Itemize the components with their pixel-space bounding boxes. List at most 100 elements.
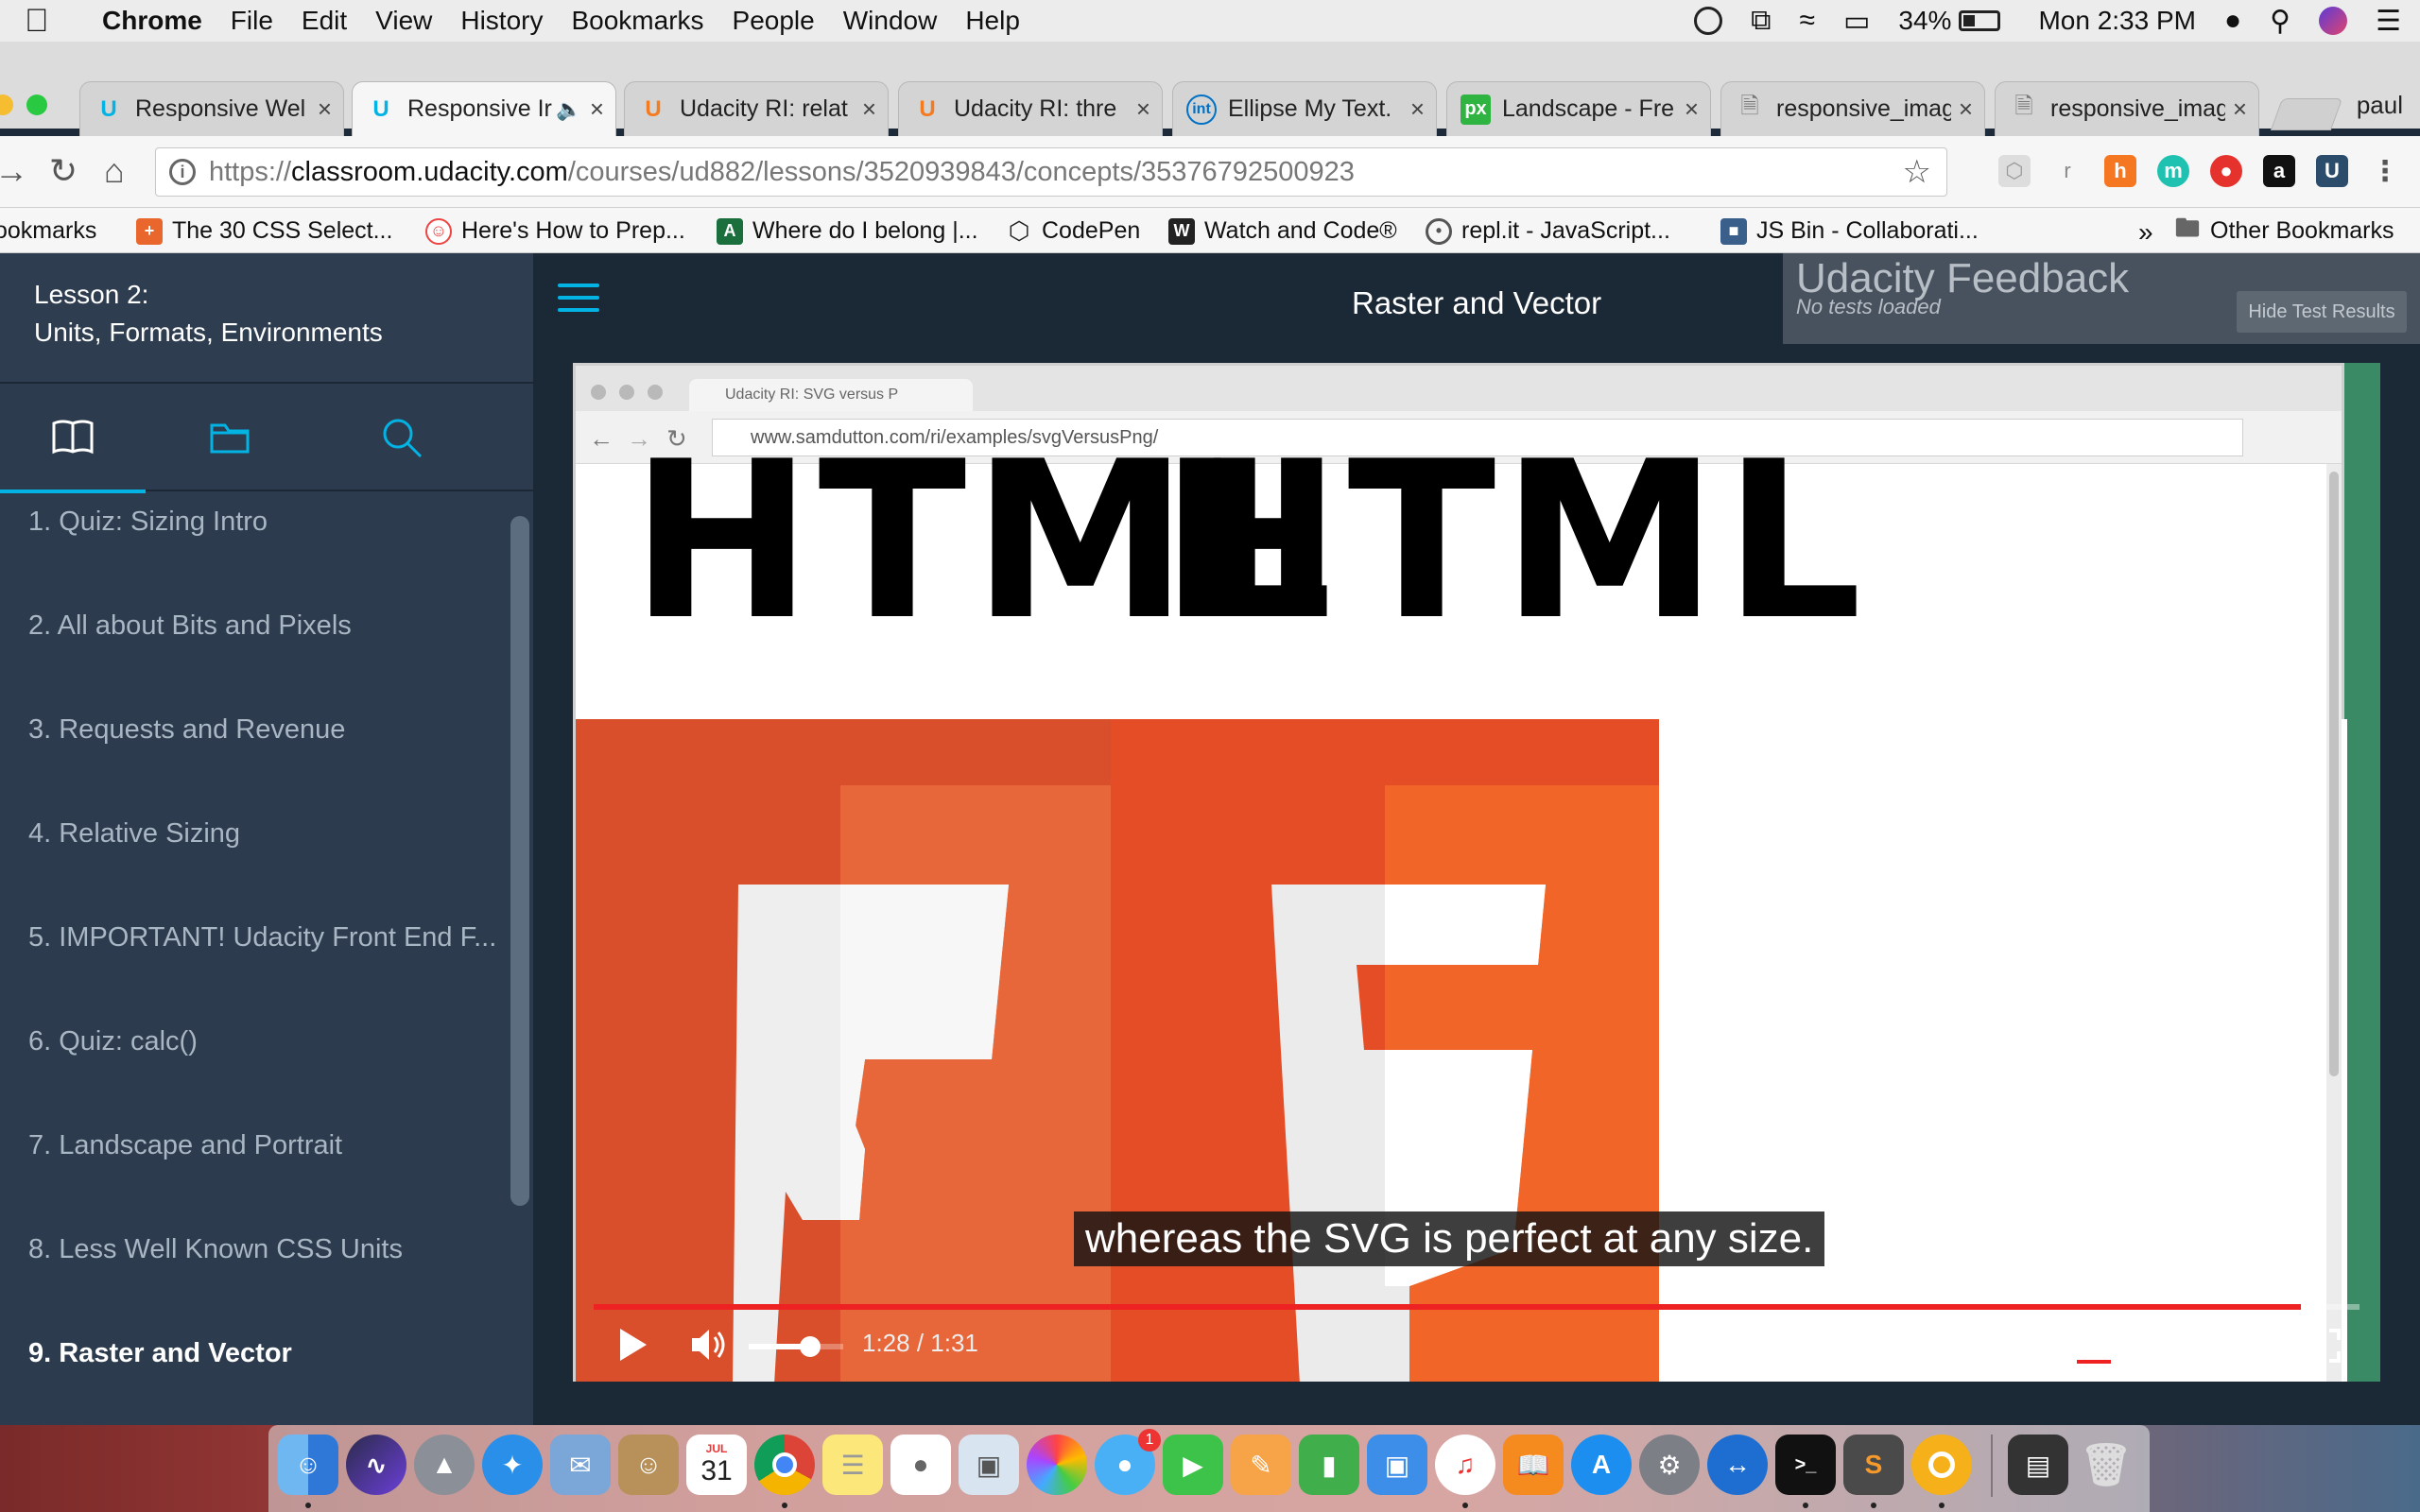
youtube-logo[interactable]: YouTube: [2204, 1331, 2308, 1361]
extension-tomato-icon[interactable]: ●: [2210, 155, 2242, 187]
wifi-icon[interactable]: ≈: [1800, 5, 1815, 37]
bookmark-apps[interactable]: ookmarks: [0, 217, 96, 245]
tab-search[interactable]: [329, 384, 475, 491]
forward-icon[interactable]: →: [0, 151, 28, 191]
extension-udacity-icon[interactable]: U: [2316, 155, 2348, 187]
apple-icon[interactable]: : [25, 3, 76, 40]
facetime-icon[interactable]: ▶: [1163, 1435, 1223, 1495]
photos-icon[interactable]: [1027, 1435, 1087, 1495]
airplay-icon[interactable]: ▭: [1843, 5, 1870, 38]
keynote-icon[interactable]: ▣: [1367, 1435, 1427, 1495]
lesson-item-9[interactable]: 9. Raster and Vector: [28, 1338, 292, 1369]
browser-tab-5[interactable]: int Ellipse My Text. ×: [1172, 81, 1437, 136]
teamviewer-icon[interactable]: ↔: [1707, 1435, 1768, 1495]
pages-icon[interactable]: ✎: [1231, 1435, 1291, 1495]
extension-m-icon[interactable]: m: [2157, 155, 2189, 187]
menu-window[interactable]: Window: [843, 6, 938, 36]
site-info-icon[interactable]: i: [169, 159, 196, 185]
speaker-icon[interactable]: 🔈: [556, 97, 581, 122]
menu-view[interactable]: View: [375, 6, 432, 36]
bookmark-7[interactable]: ■ JS Bin - Collaborati...: [1720, 217, 1979, 245]
preview-icon[interactable]: ▣: [959, 1435, 1019, 1495]
bookmarks-overflow-button[interactable]: »: [2138, 217, 2153, 248]
do-not-disturb-icon[interactable]: [1694, 7, 1723, 35]
lesson-item-1[interactable]: 1. Quiz: Sizing Intro: [28, 507, 268, 538]
browser-tab-2[interactable]: U Responsive Ir 🔈 ×: [352, 81, 616, 136]
extension-r-icon[interactable]: r: [2051, 155, 2083, 187]
fullscreen-icon[interactable]: [2307, 1329, 2341, 1363]
lesson-item-7[interactable]: 7. Landscape and Portrait: [28, 1130, 342, 1161]
mail-icon[interactable]: ✉: [550, 1435, 611, 1495]
other-bookmarks[interactable]: 🖿 Other Bookmarks: [2174, 214, 2394, 245]
bookmark-4[interactable]: ⬡ CodePen: [1006, 216, 1141, 245]
new-tab-button[interactable]: [2270, 98, 2343, 130]
downloads-stack-icon[interactable]: ▤: [2008, 1435, 2068, 1495]
browser-tab-4[interactable]: U Udacity RI: thre ×: [898, 81, 1163, 136]
menu-history[interactable]: History: [460, 6, 543, 36]
contacts-icon[interactable]: ☺: [618, 1435, 679, 1495]
app-store-icon[interactable]: A: [1571, 1435, 1632, 1495]
volume-knob[interactable]: [800, 1336, 821, 1357]
tab-resources[interactable]: [157, 384, 302, 491]
closed-captions-button[interactable]: CC: [2074, 1331, 2111, 1364]
browser-tab-3[interactable]: U Udacity RI: relat ×: [624, 81, 889, 136]
bookmark-5[interactable]: W Watch and Code®: [1168, 217, 1397, 245]
address-bar[interactable]: i https://classroom.udacity.com/courses/…: [155, 147, 1947, 197]
close-tab-icon[interactable]: ×: [862, 94, 876, 124]
browser-tab-1[interactable]: U Responsive Wel ×: [79, 81, 344, 136]
settings-gear-icon[interactable]: ⚙: [2142, 1327, 2174, 1369]
spotlight-search-icon[interactable]: ⚲: [2270, 5, 2290, 38]
notes-icon[interactable]: ☰: [822, 1435, 883, 1495]
close-tab-icon[interactable]: ×: [1410, 94, 1425, 124]
lesson-item-3[interactable]: 3. Requests and Revenue: [28, 714, 345, 746]
window-zoom-button[interactable]: [26, 94, 47, 115]
safari-icon[interactable]: ✦: [482, 1435, 543, 1495]
close-tab-icon[interactable]: ×: [2233, 94, 2247, 124]
finder-icon[interactable]: ☺: [278, 1435, 338, 1495]
clock[interactable]: Mon 2:33 PM: [2038, 6, 2196, 36]
play-icon[interactable]: [618, 1327, 648, 1363]
sidebar-scrollbar[interactable]: [510, 516, 529, 1206]
terminal-icon[interactable]: >_: [1775, 1435, 1836, 1495]
close-tab-icon[interactable]: ×: [590, 94, 604, 124]
trash-icon[interactable]: 🗑: [2076, 1435, 2136, 1495]
hamburger-menu-icon[interactable]: [558, 284, 599, 316]
menu-file[interactable]: File: [231, 6, 273, 36]
itunes-icon[interactable]: ♫: [1435, 1435, 1495, 1495]
calendar-icon[interactable]: JUL 31: [686, 1435, 747, 1495]
volume-icon[interactable]: [690, 1327, 728, 1363]
close-tab-icon[interactable]: ×: [1685, 94, 1699, 124]
bookmark-1[interactable]: + The 30 CSS Select...: [136, 217, 392, 245]
bookmark-star-icon[interactable]: ☆: [1903, 153, 1931, 191]
video-progress-bar[interactable]: [594, 1304, 2360, 1310]
volume-slider[interactable]: [749, 1336, 843, 1357]
chrome-canary-icon[interactable]: [1911, 1435, 1972, 1495]
numbers-icon[interactable]: ▮: [1299, 1435, 1359, 1495]
home-icon[interactable]: ⌂: [104, 151, 125, 191]
browser-tab-7[interactable]: 🗎 responsive_imag ×: [1720, 81, 1985, 136]
bookmark-3[interactable]: A Where do I belong |...: [717, 217, 978, 245]
menu-edit[interactable]: Edit: [302, 6, 347, 36]
tab-concepts[interactable]: [0, 384, 146, 493]
menu-app-name[interactable]: Chrome: [102, 6, 202, 36]
system-preferences-icon[interactable]: ⚙: [1639, 1435, 1700, 1495]
battery-percent[interactable]: 34%: [1898, 6, 1951, 36]
ibooks-icon[interactable]: 📖: [1503, 1435, 1564, 1495]
lesson-item-2[interactable]: 2. All about Bits and Pixels: [28, 610, 352, 642]
browser-tab-6[interactable]: px Landscape - Fre ×: [1446, 81, 1711, 136]
menu-people[interactable]: People: [733, 6, 815, 36]
chrome-menu-icon[interactable]: ⋮: [2369, 155, 2401, 187]
lesson-item-6[interactable]: 6. Quiz: calc(): [28, 1026, 198, 1057]
close-tab-icon[interactable]: ×: [1136, 94, 1150, 124]
lesson-item-4[interactable]: 4. Relative Sizing: [28, 818, 240, 850]
menu-bookmarks[interactable]: Bookmarks: [571, 6, 703, 36]
siri-icon[interactable]: [2319, 7, 2348, 35]
bookmark-6[interactable]: • repl.it - JavaScript...: [1426, 217, 1670, 245]
chrome-icon[interactable]: [754, 1435, 815, 1495]
close-tab-icon[interactable]: ×: [318, 94, 332, 124]
reminders-icon[interactable]: ●: [890, 1435, 951, 1495]
hide-test-results-button[interactable]: Hide Test Results: [2237, 291, 2407, 333]
notification-center-icon[interactable]: ☰: [2376, 5, 2401, 38]
user-icon[interactable]: ●: [2224, 5, 2241, 37]
browser-tab-8[interactable]: 🗎 responsive_imag ×: [1995, 81, 2259, 136]
